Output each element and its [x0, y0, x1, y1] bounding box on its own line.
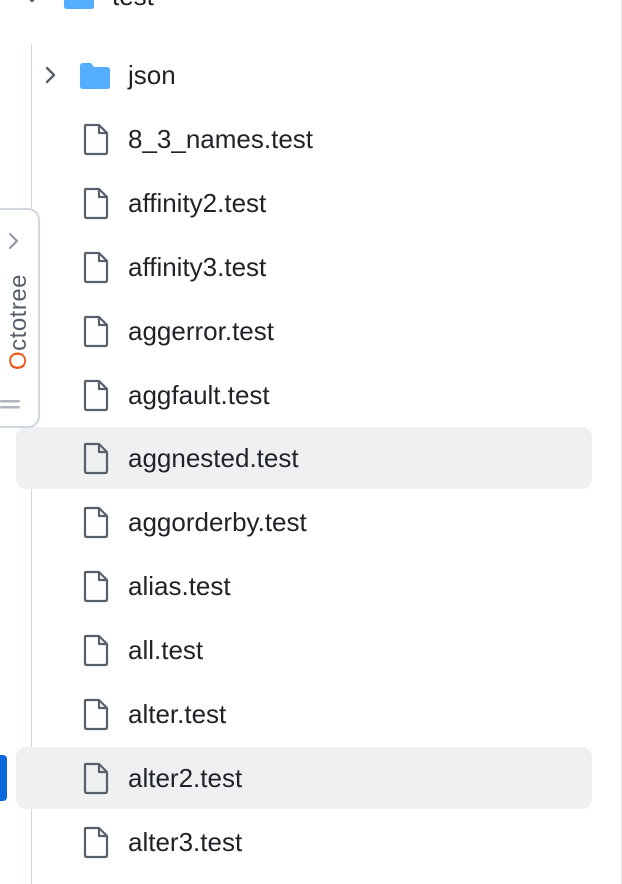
- file-icon: [83, 634, 109, 667]
- tree-file-row[interactable]: affinity2.test: [16, 172, 592, 234]
- chevron-down-icon[interactable]: [20, 0, 44, 10]
- file-label: aggfault.test: [128, 380, 270, 410]
- file-icon: [83, 251, 109, 284]
- tree-file-row[interactable]: alias.test: [16, 555, 592, 617]
- file-label: aggerror.test: [128, 316, 274, 346]
- file-label: all.test: [128, 635, 204, 665]
- drag-handle-icon[interactable]: [0, 398, 20, 412]
- tree-file-row[interactable]: aggnested.test: [16, 427, 592, 489]
- tree-file-row[interactable]: 8_3_names.test: [16, 108, 592, 170]
- tree-file-row[interactable]: alter3.test: [16, 811, 592, 873]
- tree-root-folder[interactable]: test: [0, 0, 600, 22]
- folder-icon: [64, 0, 94, 9]
- tree-file-row[interactable]: alter2.test: [16, 747, 592, 809]
- file-label: alter3.test: [128, 827, 243, 857]
- tree-file-row[interactable]: aggfault.test: [16, 364, 592, 426]
- file-icon: [83, 762, 109, 795]
- chevron-right-icon: [9, 233, 18, 249]
- file-icon: [83, 506, 109, 539]
- file-icon: [83, 698, 109, 731]
- file-label: 8_3_names.test: [128, 124, 314, 154]
- file-label: alias.test: [128, 571, 231, 601]
- file-icon: [83, 826, 109, 859]
- file-icon: [83, 315, 109, 348]
- file-label: aggorderby.test: [128, 507, 307, 537]
- file-label: affinity3.test: [128, 252, 267, 282]
- file-icon: [83, 379, 109, 412]
- tree-file-row[interactable]: all.test: [16, 619, 592, 681]
- tree-file-row[interactable]: aggerror.test: [16, 300, 592, 362]
- octotree-sidebar-toggle[interactable]: Octotree: [0, 208, 40, 428]
- file-tree: test json 8_3_names.test affinity2.test aff…: [0, 0, 622, 884]
- file-icon: [83, 570, 109, 603]
- chevron-right-icon[interactable]: [38, 63, 62, 87]
- tree-folder-row[interactable]: json: [16, 44, 592, 106]
- root-folder-label: test: [112, 0, 154, 14]
- octotree-label: Octotree: [5, 273, 32, 371]
- file-label: alter.test: [128, 699, 227, 729]
- folder-label: json: [128, 60, 176, 90]
- tree-file-row[interactable]: affinity3.test: [16, 236, 592, 298]
- active-scroll-marker: [0, 755, 7, 801]
- file-icon: [83, 442, 109, 475]
- tree-file-row[interactable]: aggorderby.test: [16, 491, 592, 553]
- folder-icon: [80, 63, 110, 89]
- tree-file-row[interactable]: alter.test: [16, 683, 592, 745]
- file-icon: [83, 187, 109, 220]
- file-label: aggnested.test: [128, 443, 299, 473]
- file-label: alter2.test: [128, 763, 243, 793]
- file-label: affinity2.test: [128, 188, 267, 218]
- file-icon: [83, 123, 109, 156]
